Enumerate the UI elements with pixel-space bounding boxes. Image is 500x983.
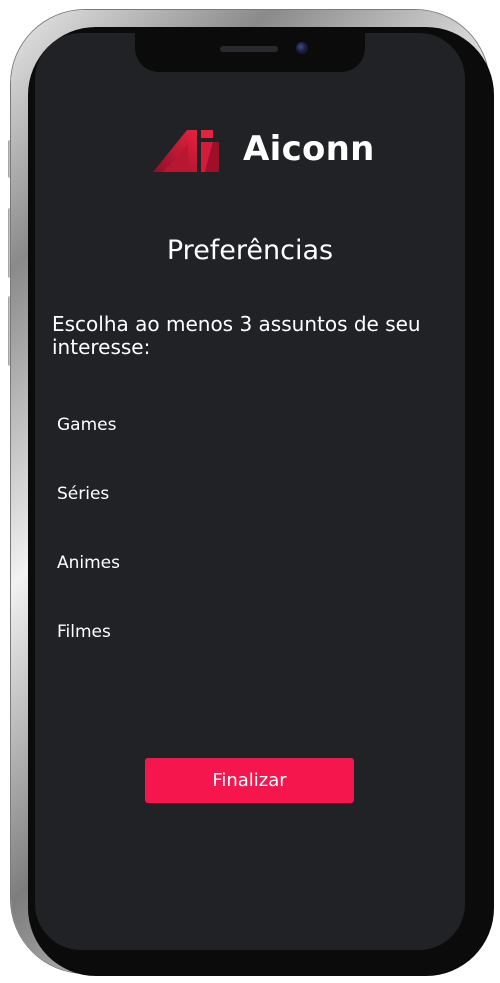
app-screen: Aiconn Preferências Escolha ao menos 3 a… (35, 33, 465, 950)
brand-header: Aiconn (153, 119, 375, 179)
instruction-text: Escolha ao menos 3 assuntos de seu inter… (52, 312, 421, 359)
finish-button[interactable]: Finalizar (145, 758, 354, 803)
page-title: Preferências (166, 235, 334, 266)
option-series[interactable]: Séries (57, 480, 257, 508)
device-mockup: Aiconn Preferências Escolha ao menos 3 a… (0, 0, 500, 983)
notch (135, 33, 365, 72)
aiconn-logo-icon (153, 130, 219, 172)
option-animes[interactable]: Animes (57, 549, 257, 577)
option-filmes[interactable]: Filmes (57, 618, 257, 646)
front-camera (296, 42, 308, 54)
option-games[interactable]: Games (57, 411, 257, 439)
earpiece-speaker (220, 46, 278, 52)
brand-name: Aiconn (243, 129, 375, 169)
